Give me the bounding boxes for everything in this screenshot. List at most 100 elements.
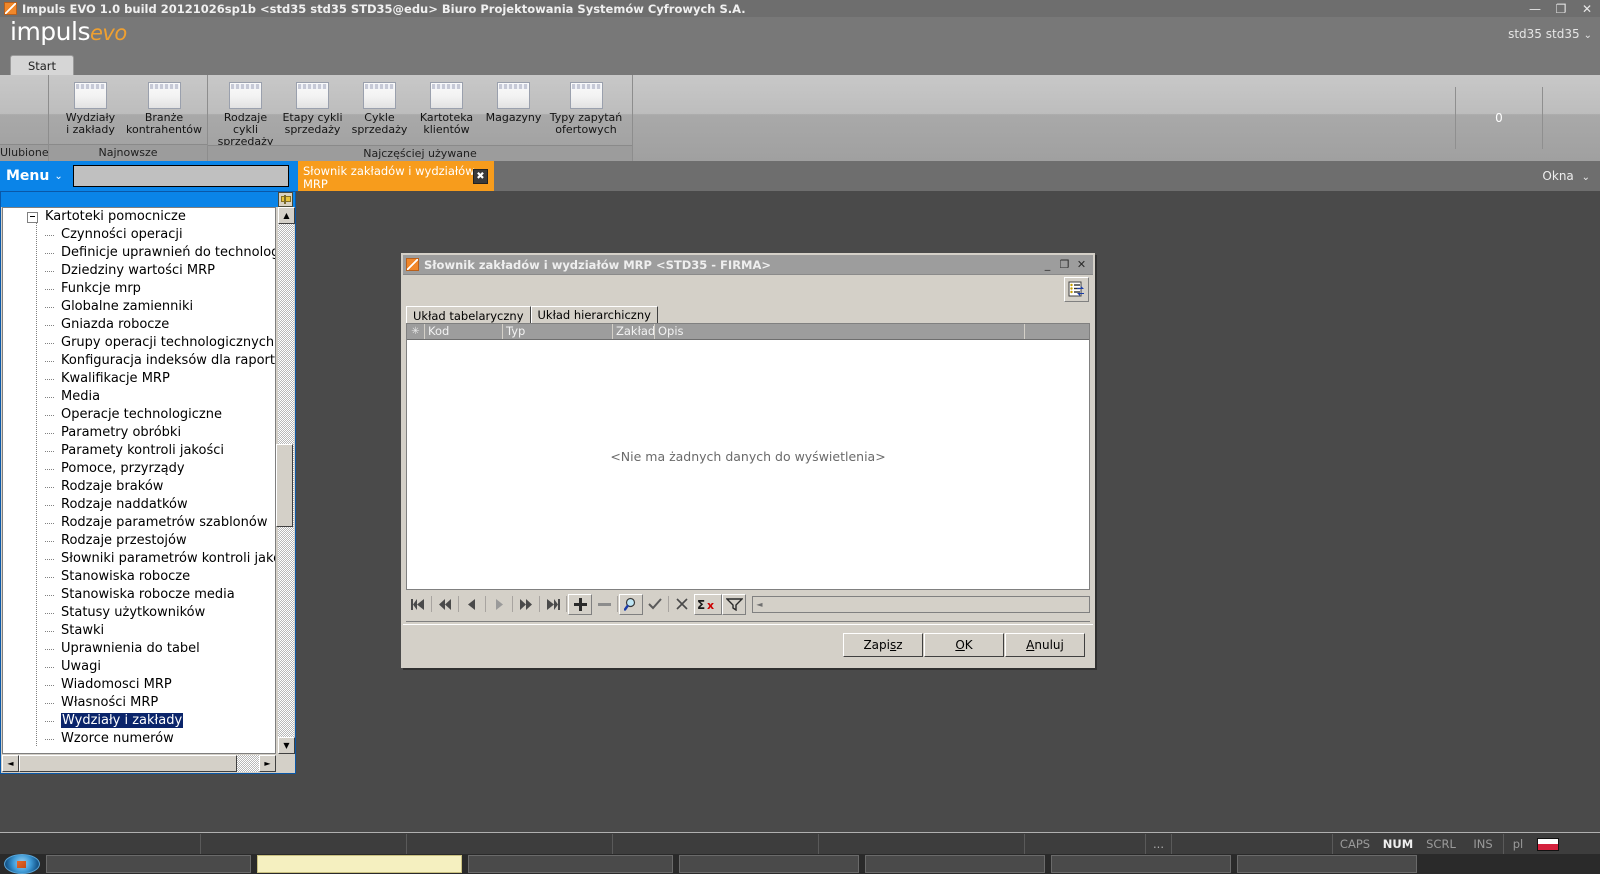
first-record-button[interactable]	[406, 593, 430, 615]
taskbar-item[interactable]	[468, 855, 673, 873]
close-icon[interactable]: ✕	[1073, 257, 1090, 272]
tab-uklad-hierarchiczny[interactable]: Układ hierarchiczny	[530, 306, 658, 323]
tree-node-item[interactable]: Pomoce, przyrządy	[3, 460, 275, 478]
tab-uklad-tabelaryczny[interactable]: Układ tabelaryczny	[406, 306, 531, 324]
tree-node-item[interactable]: Stanowiska robocze media	[3, 586, 275, 604]
dialog-title-bar: Słownik zakładów i wydziałów MRP <STD35 …	[403, 255, 1093, 275]
filter-button[interactable]	[722, 593, 746, 615]
ribbon-button-branze-kontrahentow[interactable]: Branże kontrahentów	[124, 82, 204, 136]
taskbar-item[interactable]	[1237, 855, 1417, 873]
tree-node-item[interactable]: Grupy operacji technologicznych	[3, 334, 275, 352]
cancel-button[interactable]: Anuluj	[1005, 633, 1085, 657]
collapse-icon[interactable]	[27, 212, 38, 223]
tree-node-item[interactable]: Stawki	[3, 622, 275, 640]
navigator-scrollbar[interactable]: ◄	[752, 595, 1090, 613]
tree-node-item[interactable]: Konfiguracja indeksów dla raportu PZ	[3, 352, 275, 370]
tree-node-item[interactable]: Własności MRP	[3, 694, 275, 712]
taskbar-item[interactable]	[46, 855, 251, 873]
tree-view[interactable]: Kartoteki pomocnicze Czynności operacji De…	[2, 207, 276, 754]
sum-clear-button[interactable]: Σ x	[694, 593, 722, 615]
close-icon[interactable]: ✖	[473, 169, 488, 184]
minimize-icon[interactable]: —	[1522, 0, 1548, 17]
pushpin-icon[interactable]	[278, 192, 293, 207]
scroll-left-button[interactable]: ◄	[753, 597, 766, 612]
tree-node-item[interactable]: Parametry obróbki	[3, 424, 275, 442]
taskbar-item[interactable]	[1051, 855, 1231, 873]
ribbon-button-typy-zapytan-ofertowych[interactable]: Typy zapytań ofertowych	[547, 82, 625, 136]
tree-node-item[interactable]: Rodzaje przestojów	[3, 532, 275, 550]
ribbon-button-cykle-sprzedazy[interactable]: Cykle sprzedaży	[346, 82, 413, 136]
tree-node-item[interactable]: Wiadomosci MRP	[3, 676, 275, 694]
ribbon-button-label: Branże kontrahentów	[125, 111, 202, 136]
status-language[interactable]: pl	[1504, 834, 1532, 855]
scrollbar-thumb[interactable]	[19, 755, 237, 772]
scroll-up-button[interactable]: ▲	[278, 207, 295, 224]
delete-record-button[interactable]	[592, 593, 616, 615]
ribbon-button-kartoteka-klientow[interactable]: Kartoteka klientów	[413, 82, 480, 136]
taskbar-item[interactable]	[679, 855, 859, 873]
status-ellipsis[interactable]: ...	[1146, 833, 1172, 855]
start-button[interactable]	[4, 854, 40, 874]
search-record-button[interactable]	[619, 593, 643, 615]
tab-start[interactable]: Start	[10, 55, 74, 76]
tree-node-item[interactable]: Czynności operacji	[3, 226, 275, 244]
ribbon-button-etapy-cykli-sprzedazy[interactable]: Etapy cykli sprzedaży	[279, 82, 346, 136]
tree-node-item[interactable]: Media	[3, 388, 275, 406]
scrollbar-thumb[interactable]	[276, 444, 293, 527]
tree-node-item[interactable]: Uwagi	[3, 658, 275, 676]
menu-button-area[interactable]: Menu ⌄	[0, 161, 300, 191]
close-icon[interactable]: ✕	[1574, 0, 1600, 17]
tree-node-item[interactable]: Statusy użytkowników	[3, 604, 275, 622]
restore-icon[interactable]: ❐	[1548, 0, 1574, 17]
tree-node-item[interactable]: Definicje uprawnień do technologii	[3, 244, 275, 262]
save-button[interactable]: Zapi s z	[843, 633, 923, 657]
taskbar-item[interactable]	[257, 855, 462, 873]
tree-node-root[interactable]: Kartoteki pomocnicze	[3, 208, 275, 226]
taskbar-item[interactable]	[865, 855, 1045, 873]
tree-node-item[interactable]: Rodzaje braków	[3, 478, 275, 496]
tree-node-item[interactable]: Wzorce numerów	[3, 730, 275, 748]
open-window-tab[interactable]: Słownik zakładów i wydziałów MRP <STD35 …	[298, 161, 494, 204]
scroll-right-button[interactable]: ►	[259, 755, 276, 772]
tree-vertical-scrollbar[interactable]: ▲ ▼	[276, 207, 295, 754]
minimize-icon[interactable]: _	[1039, 257, 1056, 272]
maximize-icon[interactable]: ❐	[1056, 257, 1073, 272]
scroll-left-button[interactable]: ◄	[2, 755, 19, 772]
next-page-button[interactable]	[514, 593, 538, 615]
tree-node-item[interactable]: Kwalifikacje MRP	[3, 370, 275, 388]
data-grid[interactable]: ✳ Kod Typ Zakład Opis <Nie ma żadnych da…	[406, 323, 1090, 590]
ribbon-button-rodzaje-cykli-sprzedazy[interactable]: Rodzaje cykli sprzedaży	[212, 82, 279, 148]
user-menu[interactable]: std35 std35 ⌄	[1508, 27, 1592, 41]
tree-node-item[interactable]: Rodzaje naddatków	[3, 496, 275, 514]
tree-node-item[interactable]: Słowniki parametrów kontroli jakości	[3, 550, 275, 568]
okna-menu[interactable]: Okna ⌄	[1542, 169, 1590, 183]
tree-horizontal-scrollbar[interactable]: ◄ ►	[2, 755, 276, 772]
window-title-bar: Impuls EVO 1.0 build 20121026sp1b <std35…	[0, 0, 1600, 18]
tree-node-item[interactable]: Rodzaje parametrów szablonów	[3, 514, 275, 532]
prior-record-button[interactable]	[460, 593, 484, 615]
tree-node-item[interactable]: Uprawnienia do tabel	[3, 640, 275, 658]
tree-node-item[interactable]: Globalne zamienniki	[3, 298, 275, 316]
scroll-down-button[interactable]: ▼	[278, 737, 295, 754]
ok-button[interactable]: OK	[924, 633, 1004, 657]
list-settings-icon[interactable]	[1064, 277, 1089, 302]
insert-record-button[interactable]	[568, 593, 592, 615]
tree-node-label: Wzorce numerów	[61, 731, 174, 746]
search-input[interactable]	[72, 165, 289, 187]
tree-node-item[interactable]: Funkcje mrp	[3, 280, 275, 298]
ribbon-button-wydzialy-i-zaklady[interactable]: Wydziały i zakłady	[57, 82, 124, 136]
next-record-button[interactable]	[487, 593, 511, 615]
prior-page-button[interactable]	[433, 593, 457, 615]
tree-node-label: Rodzaje przestojów	[61, 533, 187, 548]
tree-node-item[interactable]: Gniazda robocze	[3, 316, 275, 334]
last-record-button[interactable]	[541, 593, 565, 615]
tree-node-item[interactable]: Operacje technologiczne	[3, 406, 275, 424]
cancel-edit-button[interactable]	[670, 593, 694, 615]
tree-node-item[interactable]: Wydziały i zakłady	[3, 712, 275, 730]
tree-node-item[interactable]: Dziedziny wartości MRP	[3, 262, 275, 280]
tree-node-item[interactable]: Paramety kontroli jakości	[3, 442, 275, 460]
tree-node-label: Konfiguracja indeksów dla raportu PZ	[61, 353, 275, 368]
tree-node-item[interactable]: Stanowiska robocze	[3, 568, 275, 586]
post-edit-button[interactable]	[643, 593, 667, 615]
ribbon-button-magazyny[interactable]: Magazyny	[480, 82, 547, 124]
